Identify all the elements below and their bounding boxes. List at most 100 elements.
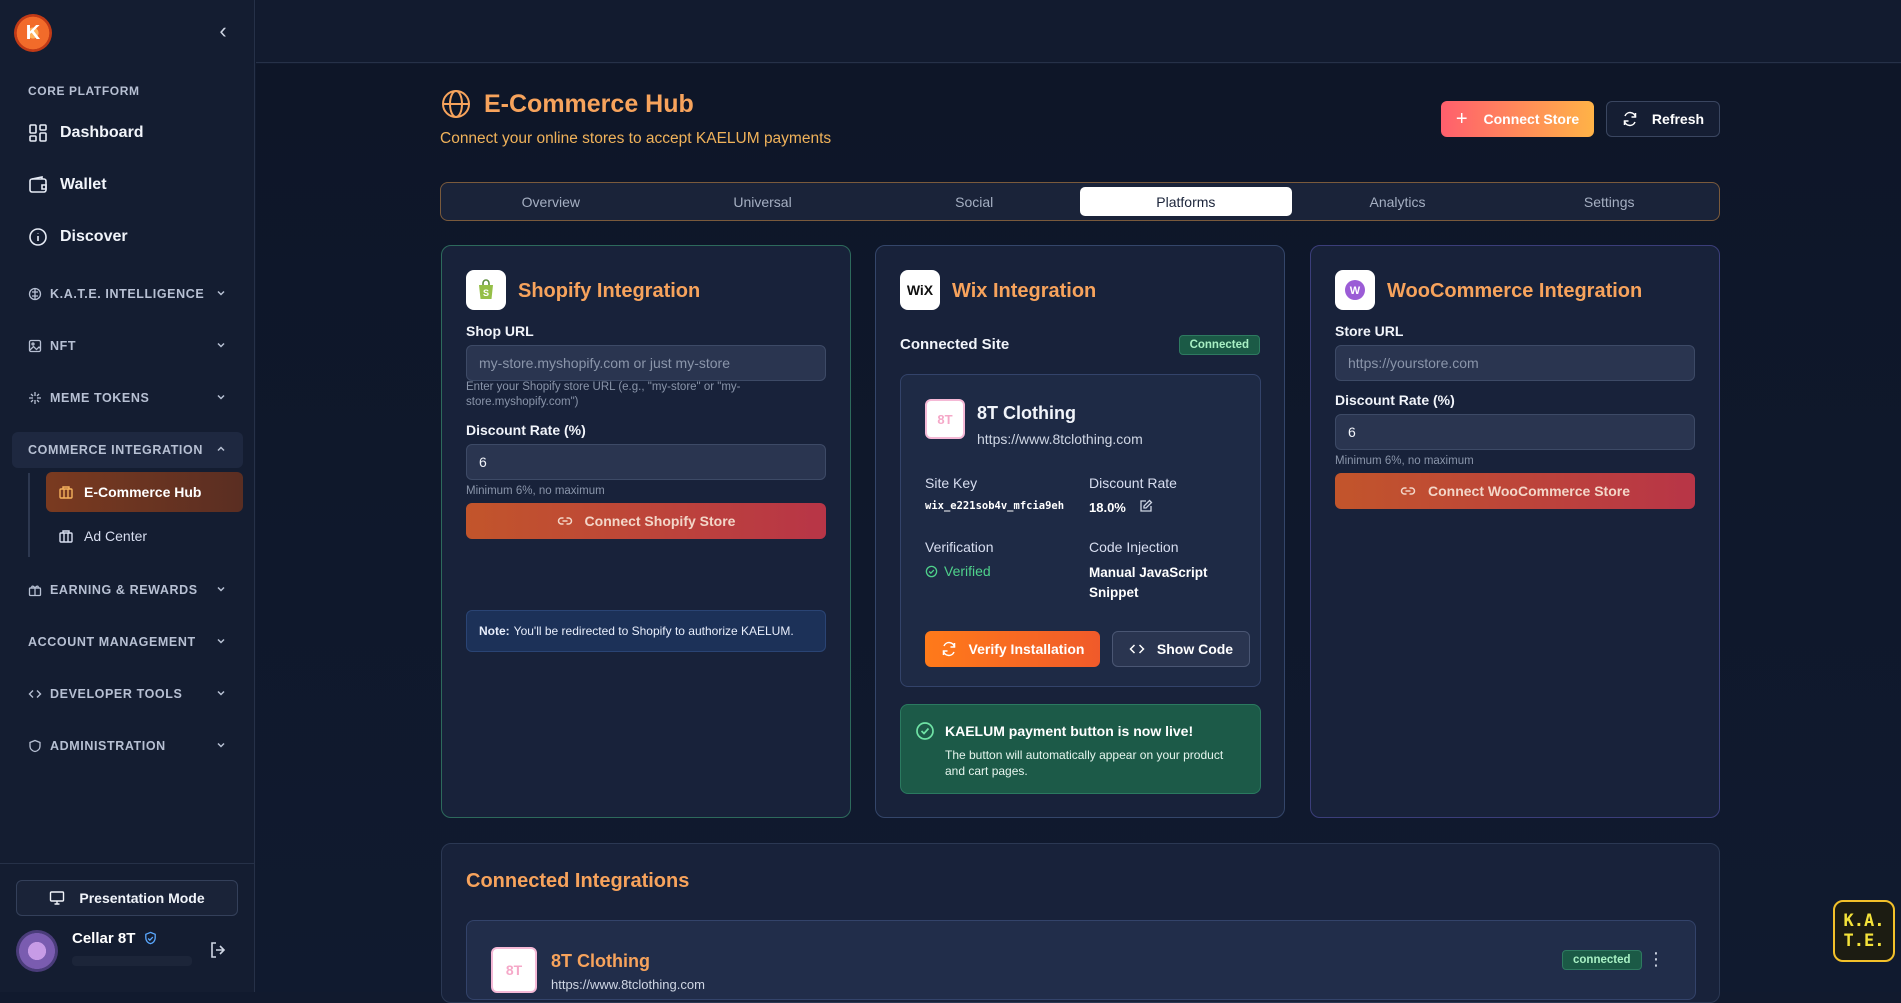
sidebar-group-earning-rewards[interactable]: EARNING & REWARDS [12, 572, 243, 608]
card-title: WooCommerce Integration [1387, 280, 1643, 302]
presentation-mode-label: Presentation Mode [79, 890, 205, 906]
card-title: Wix Integration [952, 280, 1097, 302]
live-status-box: KAELUM payment button is now live! The b… [900, 704, 1261, 794]
sidebar-group-nft[interactable]: NFT [12, 328, 243, 364]
connect-woocommerce-label: Connect WooCommerce Store [1428, 483, 1630, 499]
site-url: https://www.8tclothing.com [977, 431, 1143, 447]
check-circle-icon [925, 565, 938, 577]
wix-logo: WiX [900, 270, 940, 310]
sidebar-group-label: MEME TOKENS [50, 391, 150, 405]
tab-universal[interactable]: Universal [657, 187, 869, 216]
tab-analytics[interactable]: Analytics [1292, 187, 1504, 216]
code-icon [28, 690, 42, 698]
sidebar-group-developer-tools[interactable]: DEVELOPER TOOLS [12, 676, 243, 712]
tab-settings[interactable]: Settings [1503, 187, 1715, 216]
store-url-input[interactable]: https://yourstore.com [1335, 345, 1695, 381]
sidebar-item-label: Wallet [60, 176, 107, 193]
sidebar-item-dashboard[interactable]: Dashboard [28, 123, 144, 143]
verify-installation-button[interactable]: Verify Installation [925, 631, 1100, 667]
sidebar-group-label: NFT [50, 339, 77, 353]
sidebar-group-administration[interactable]: ADMINISTRATION [12, 728, 243, 764]
list-item[interactable]: 8T 8T Clothing https://www.8tclothing.co… [466, 920, 1696, 1000]
tab-platforms[interactable]: Platforms [1080, 187, 1292, 216]
woocommerce-logo: W [1335, 270, 1375, 310]
avatar[interactable] [16, 930, 58, 972]
edit-icon[interactable] [1139, 499, 1153, 513]
sidebar-item-wallet[interactable]: Wallet [28, 175, 107, 195]
info-icon [29, 228, 47, 246]
brain-icon [28, 287, 42, 301]
woocommerce-icon: W [1345, 280, 1365, 300]
sidebar-group-meme-tokens[interactable]: MEME TOKENS [12, 380, 243, 416]
sidebar-group-kate-intelligence[interactable]: K.A.T.E. INTELLIGENCE [12, 276, 243, 312]
check-circle-icon [916, 722, 934, 740]
refresh-icon [942, 641, 955, 657]
tab-social[interactable]: Social [868, 187, 1080, 216]
verification-status: Verified [925, 563, 991, 579]
presentation-mode-button[interactable]: Presentation Mode [16, 880, 238, 916]
link-icon [1400, 487, 1416, 495]
shield-icon [29, 739, 41, 753]
connected-site-label: Connected Site [900, 336, 1010, 353]
page-title: E-Commerce Hub [484, 90, 694, 118]
logout-icon[interactable] [208, 940, 228, 960]
refresh-icon [1623, 111, 1637, 127]
sidebar-item-ad-center[interactable]: Ad Center [46, 516, 243, 556]
refresh-label: Refresh [1651, 111, 1705, 127]
sidebar-group-label: EARNING & REWARDS [50, 583, 198, 597]
discount-rate-hint: Minimum 6%, no maximum [466, 485, 605, 497]
sidebar-group-label: COMMERCE INTEGRATION [28, 443, 203, 457]
shopify-integration-card: S Shopify Integration Shop URL my-store.… [441, 245, 851, 818]
sidebar: K ‹ CORE PLATFORM Dashboard Wallet Disco… [0, 0, 255, 992]
section-title: Connected Integrations [466, 870, 690, 892]
sidebar-group-label: ACCOUNT MANAGEMENT [28, 635, 196, 649]
kate-line-1: K.A. [1843, 911, 1885, 931]
shop-url-label: Shop URL [466, 323, 534, 339]
sidebar-item-label: E-Commerce Hub [84, 484, 202, 500]
verification-label: Verification [925, 539, 994, 555]
code-injection-value: Manual JavaScript Snippet [1089, 565, 1208, 600]
sidebar-item-ecommerce-hub[interactable]: E-Commerce Hub [46, 472, 243, 512]
sidebar-item-discover[interactable]: Discover [28, 227, 128, 247]
sidebar-group-commerce-integration[interactable]: COMMERCE INTEGRATION [12, 432, 243, 468]
tab-bar: Overview Universal Social Platforms Anal… [440, 182, 1720, 221]
verified-badge-icon [145, 931, 157, 945]
connect-store-button[interactable]: + Connect Store [1441, 101, 1594, 137]
site-key-value: wix_e221sob4v_mfcia9eh [925, 500, 1065, 512]
section-label-core-platform: CORE PLATFORM [28, 84, 140, 98]
shop-url-input[interactable]: my-store.myshopify.com or just my-store [466, 345, 826, 381]
site-name: 8T Clothing [977, 403, 1076, 423]
shopify-logo-letter: S [483, 288, 489, 298]
integration-name: 8T Clothing [551, 951, 650, 971]
card-title: Shopify Integration [518, 280, 701, 302]
chevron-up-icon [217, 446, 225, 452]
discount-rate-value: 18.0% [1089, 500, 1126, 515]
discount-rate-input[interactable]: 6 [1335, 414, 1695, 450]
logo-letter: K [25, 21, 41, 44]
link-icon [557, 517, 572, 525]
connect-woocommerce-button[interactable]: Connect WooCommerce Store [1335, 473, 1695, 509]
kate-assistant-button[interactable]: K.A. T.E. [1833, 900, 1895, 962]
more-options-icon[interactable]: ⋮ [1647, 949, 1665, 969]
sidebar-item-label: Ad Center [84, 528, 148, 544]
shopify-bag-icon: S [479, 279, 493, 299]
collapse-sidebar-icon[interactable]: ‹ [212, 20, 234, 42]
chevron-down-icon [217, 394, 225, 400]
show-code-label: Show Code [1156, 641, 1234, 657]
chevron-down-icon [217, 342, 225, 348]
tab-overview[interactable]: Overview [445, 187, 657, 216]
connect-store-label: Connect Store [1483, 111, 1580, 127]
refresh-button[interactable]: Refresh [1606, 101, 1720, 137]
discount-rate-input[interactable]: 6 [466, 444, 826, 480]
sidebar-group-account-management[interactable]: ACCOUNT MANAGEMENT [12, 624, 243, 660]
chevron-down-icon [217, 638, 225, 644]
woocommerce-logo-letter: W [1350, 285, 1361, 297]
app-logo[interactable]: K [14, 14, 52, 52]
integration-logo: 8T [491, 947, 537, 993]
top-bar [256, 0, 1901, 63]
sidebar-item-label: Discover [60, 228, 128, 245]
live-status-description: The button will automatically appear on … [945, 748, 1224, 778]
show-code-button[interactable]: Show Code [1112, 631, 1250, 667]
connect-shopify-button[interactable]: Connect Shopify Store [466, 503, 826, 539]
wallet-icon [29, 176, 47, 193]
